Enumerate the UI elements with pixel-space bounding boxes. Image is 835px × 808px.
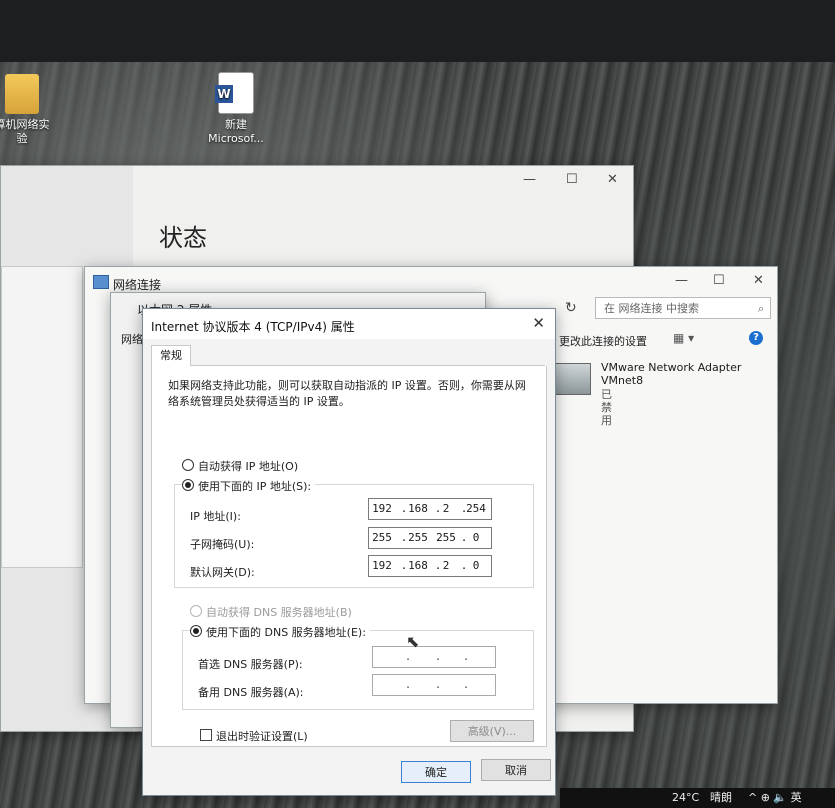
- close-icon[interactable]: ✕: [532, 314, 545, 332]
- dot-sep: .: [434, 678, 442, 691]
- tab-general[interactable]: 常规: [151, 345, 191, 368]
- page-title: 状态: [159, 224, 207, 252]
- general-panel: 如果网络支持此功能，则可以获取自动指派的 IP 设置。否则，你需要从网络系统管理…: [151, 366, 547, 747]
- help-icon[interactable]: ?: [749, 331, 763, 345]
- ipv4-properties-dialog: Internet 协议版本 4 (TCP/IPv4) 属性 ✕ 常规 如果网络支…: [142, 308, 556, 796]
- desktop-icon-network-lab[interactable]: 算机网络实 验: [0, 74, 62, 146]
- adapter-status: 已禁用: [601, 388, 612, 427]
- radio-indicator: [190, 605, 202, 617]
- desktop-icon-word-doc[interactable]: 新建 Microsof...: [196, 72, 276, 146]
- ip-address-field[interactable]: 192 . 168 . 2 . 254: [368, 498, 492, 520]
- system-tray-icons[interactable]: ^ ⊕ 🔈 英: [748, 788, 802, 808]
- search-icon: ⌕: [757, 302, 764, 315]
- advanced-button[interactable]: 高级(V)...: [450, 720, 534, 742]
- refresh-icon[interactable]: ↻: [565, 300, 577, 316]
- window-title: 网络连接: [113, 278, 162, 292]
- validate-label: 退出时验证设置(L): [216, 730, 308, 743]
- checkbox-indicator: [200, 729, 212, 741]
- radio-indicator: [182, 459, 194, 471]
- close-button[interactable]: ✕: [753, 273, 764, 288]
- view-options-icon[interactable]: ▦ ▾: [673, 331, 694, 345]
- description-text: 如果网络支持此功能，则可以获取自动指派的 IP 设置。否则，你需要从网络系统管理…: [168, 379, 526, 408]
- alternate-dns-label: 备用 DNS 服务器(A):: [198, 686, 304, 699]
- dot-sep: .: [434, 650, 442, 663]
- maximize-button[interactable]: ☐: [566, 172, 578, 187]
- manual-ip-label: 使用下面的 IP 地址(S):: [198, 480, 312, 493]
- octet-4: 254: [466, 502, 486, 515]
- manual-dns-label: 使用下面的 DNS 服务器地址(E):: [206, 626, 366, 639]
- alternate-dns-field[interactable]: . . .: [372, 674, 496, 696]
- dot-sep: .: [462, 678, 470, 691]
- octet-4: 0: [472, 559, 480, 572]
- weather-condition[interactable]: 晴朗: [710, 788, 732, 808]
- adapter-name: VMware Network Adapter: [601, 361, 742, 374]
- octet-4: 0: [472, 531, 480, 544]
- search-input[interactable]: 在 网络连接 中搜索 ⌕: [595, 297, 771, 319]
- preferred-dns-label: 首选 DNS 服务器(P):: [198, 658, 303, 671]
- manual-ip-radio[interactable]: 使用下面的 IP 地址(S):: [182, 478, 316, 494]
- validate-on-exit-checkbox[interactable]: 退出时验证设置(L): [200, 728, 308, 744]
- auto-ip-radio[interactable]: 自动获得 IP 地址(O): [182, 458, 298, 474]
- tab-network[interactable]: 网络: [121, 331, 143, 347]
- cancel-button[interactable]: 取消: [481, 759, 551, 781]
- radio-indicator: [182, 479, 194, 491]
- change-settings-command[interactable]: 更改此连接的设置: [559, 333, 647, 349]
- desktop-icon-label: 算机网络实 验: [0, 118, 50, 145]
- minimize-button[interactable]: —: [523, 172, 536, 187]
- search-placeholder: 在 网络连接 中搜索: [604, 302, 699, 315]
- preferred-dns-field[interactable]: . . .: [372, 646, 496, 668]
- weather-temperature[interactable]: 24°C: [672, 788, 699, 808]
- tab-bar: 常规: [151, 345, 545, 368]
- gateway-label: 默认网关(D):: [190, 566, 255, 579]
- auto-ip-label: 自动获得 IP 地址(O): [198, 460, 299, 473]
- network-folder-icon: [93, 275, 109, 289]
- ip-address-label: IP 地址(I):: [190, 510, 241, 523]
- taskbar: 24°C 晴朗 ^ ⊕ 🔈 英: [560, 788, 835, 808]
- settings-side-panel: [1, 266, 83, 568]
- default-gateway-field[interactable]: 192 . 168 . 2 . 0: [368, 555, 492, 577]
- dialog-title: Internet 协议版本 4 (TCP/IPv4) 属性: [151, 320, 355, 334]
- subnet-mask-field[interactable]: 255 . 255 . 255 . 0: [368, 527, 492, 549]
- radio-indicator: [190, 625, 202, 637]
- auto-dns-radio[interactable]: 自动获得 DNS 服务器地址(B): [190, 604, 352, 620]
- subnet-label: 子网掩码(U):: [190, 538, 255, 551]
- dot-sep: .: [462, 650, 470, 663]
- maximize-button[interactable]: ☐: [713, 273, 725, 288]
- word-document-icon: [215, 72, 254, 114]
- adapter-network: VMnet8: [601, 374, 644, 387]
- dot-sep: .: [404, 678, 412, 691]
- network-adapter-icon: [555, 363, 591, 395]
- ok-button[interactable]: 确定: [401, 761, 471, 783]
- desktop-top-band: [0, 0, 835, 62]
- manual-dns-radio[interactable]: 使用下面的 DNS 服务器地址(E):: [190, 624, 370, 640]
- desktop-icon-label: 新建 Microsof...: [208, 118, 264, 145]
- mouse-cursor-icon: ⬉: [406, 632, 420, 651]
- titlebar: Internet 协议版本 4 (TCP/IPv4) 属性 ✕: [143, 309, 555, 339]
- folder-icon: [5, 74, 39, 114]
- minimize-button[interactable]: —: [675, 273, 688, 288]
- close-button[interactable]: ✕: [607, 172, 618, 187]
- auto-dns-label: 自动获得 DNS 服务器地址(B): [206, 606, 352, 619]
